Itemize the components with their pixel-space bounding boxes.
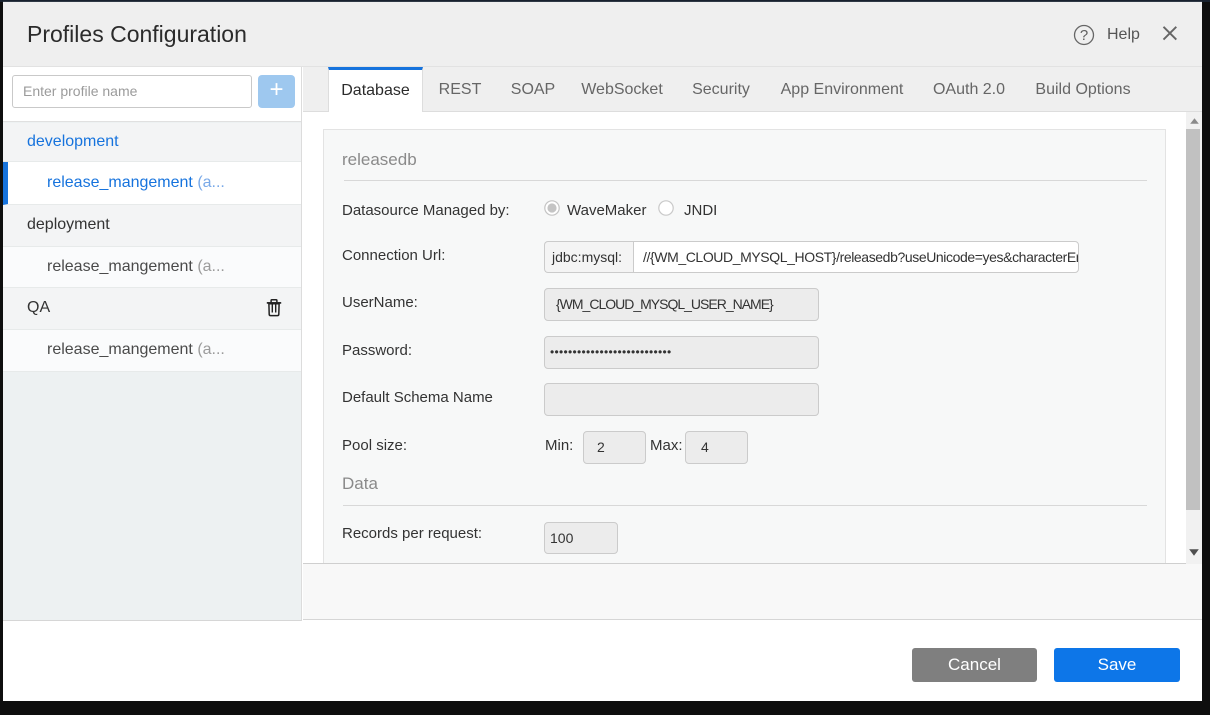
svg-text:?: ? <box>1080 27 1088 44</box>
